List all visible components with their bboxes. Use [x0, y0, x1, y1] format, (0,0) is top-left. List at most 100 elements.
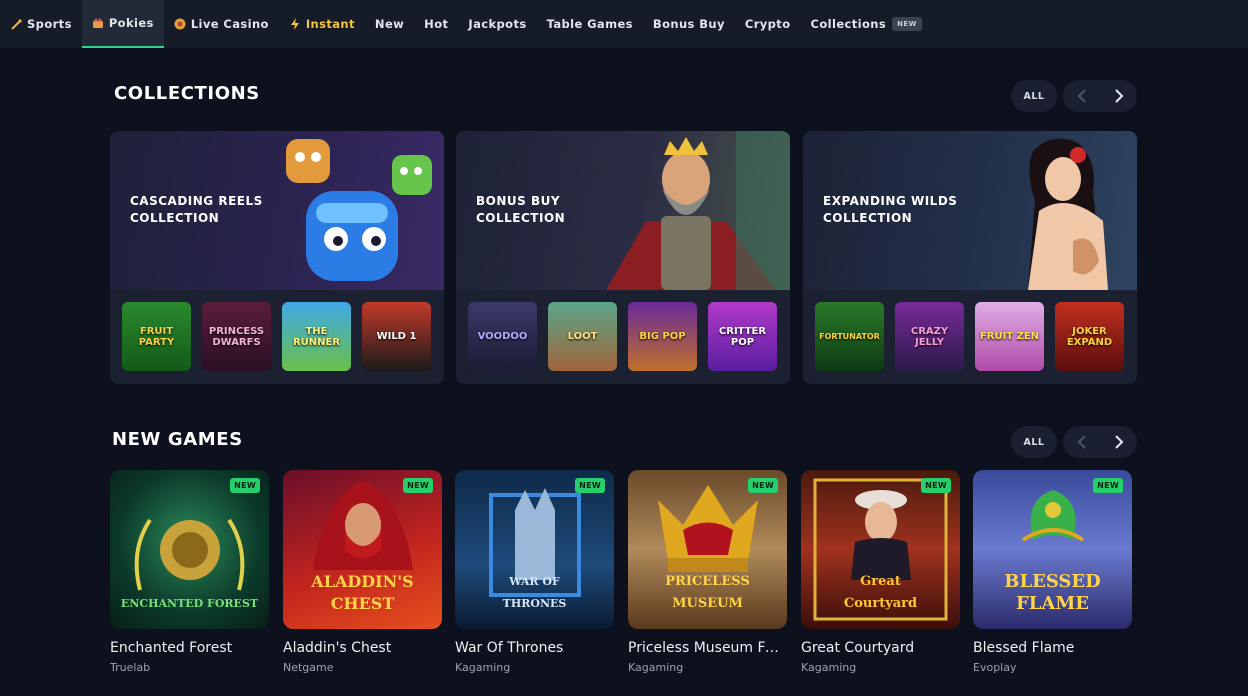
new-games-controls: ALL: [1011, 426, 1137, 458]
thumb-label: FORTUNATOR: [819, 332, 880, 341]
game-provider: Evoplay: [973, 661, 1017, 674]
game-card[interactable]: WAR OF THRONES NEW War Of Thrones Kagami…: [455, 470, 614, 674]
nav-label: Live Casino: [190, 17, 269, 31]
collection-title-line1: BONUS BUY: [476, 194, 561, 208]
new-badge: NEW: [403, 478, 433, 493]
collection-title: BONUS BUY COLLECTION: [476, 193, 626, 227]
nav-label: Bonus Buy: [652, 17, 725, 31]
nav-item-jackpots[interactable]: Jackpots: [458, 0, 536, 48]
game-card[interactable]: BLESSED FLAME NEW Blessed Flame Evoplay: [973, 470, 1132, 674]
collections-all-button[interactable]: ALL: [1011, 80, 1057, 112]
game-provider: Netgame: [283, 661, 334, 674]
next-arrow-icon[interactable]: [1100, 426, 1137, 458]
collection-banner: CASCADING REELS COLLECTION: [110, 131, 444, 290]
nav-item-pokies[interactable]: Pokies: [81, 0, 164, 48]
collection-thumb[interactable]: LOOT: [548, 302, 617, 371]
collection-thumb[interactable]: BIG POP: [628, 302, 697, 371]
collection-thumb[interactable]: WILD 1: [362, 302, 431, 371]
game-name[interactable]: Priceless Museum Fu...: [628, 640, 782, 656]
collection-title: EXPANDING WILDS COLLECTION: [823, 193, 973, 227]
collection-card-cascading-reels[interactable]: CASCADING REELS COLLECTION FRUIT PARTY P…: [110, 131, 444, 384]
game-thumbnail[interactable]: Great Courtyard NEW: [801, 470, 960, 629]
new-badge: NEW: [575, 478, 605, 493]
collection-title-line1: EXPANDING WILDS: [823, 194, 958, 208]
new-badge: NEW: [230, 478, 260, 493]
next-arrow-icon[interactable]: [1100, 80, 1137, 112]
game-name[interactable]: Great Courtyard: [801, 640, 955, 656]
game-thumbnail[interactable]: PRICELESS MUSEUM NEW: [628, 470, 787, 629]
game-card[interactable]: Great Courtyard NEW Great Courtyard Kaga…: [801, 470, 960, 674]
game-provider: Kagaming: [455, 661, 511, 674]
nav-item-table-games[interactable]: Table Games: [537, 0, 643, 48]
new-games-all-button[interactable]: ALL: [1011, 426, 1057, 458]
nav-label: Sports: [27, 17, 72, 31]
nav-item-crypto[interactable]: Crypto: [735, 0, 801, 48]
nav-item-hot[interactable]: Hot: [414, 0, 458, 48]
game-name[interactable]: Blessed Flame: [973, 640, 1127, 656]
prev-arrow-icon[interactable]: [1063, 80, 1100, 112]
nav-item-sports[interactable]: Sports: [0, 0, 82, 48]
pokies-icon: [92, 17, 104, 29]
collection-thumb[interactable]: THE RUNNER: [282, 302, 351, 371]
top-nav: Sports Pokies Live Casino Instant New Ho…: [0, 0, 1248, 48]
thumb-label: PRINCESS DWARFS: [208, 325, 265, 348]
collection-card-bonus-buy[interactable]: BONUS BUY COLLECTION VOODOO LOOT BIG POP…: [456, 131, 790, 384]
game-thumbnail[interactable]: ENCHANTED FOREST NEW: [110, 470, 269, 629]
collections-controls: ALL: [1011, 80, 1137, 112]
game-thumbnail[interactable]: BLESSED FLAME NEW: [973, 470, 1132, 629]
collection-thumbs: VOODOO LOOT BIG POP CRITTER POP: [468, 302, 777, 371]
collection-thumb[interactable]: CRAZY JELLY: [895, 302, 964, 371]
collection-thumb[interactable]: FRUIT PARTY: [122, 302, 191, 371]
game-card[interactable]: ALADDIN'S CHEST NEW Aladdin's Chest Netg…: [283, 470, 442, 674]
collection-thumb[interactable]: JOKER EXPAND: [1055, 302, 1124, 371]
game-logo: PRICELESS MUSEUM: [665, 574, 750, 611]
game-card[interactable]: PRICELESS MUSEUM NEW Priceless Museum Fu…: [628, 470, 787, 674]
nav-item-collections[interactable]: Collections NEW: [801, 0, 932, 48]
nav-label: New: [374, 17, 405, 31]
collection-title-line2: COLLECTION: [130, 211, 220, 225]
nav-label: Instant: [305, 17, 355, 31]
nav-label: Crypto: [744, 17, 791, 31]
game-provider: Kagaming: [801, 661, 857, 674]
collection-thumb[interactable]: FORTUNATOR: [815, 302, 884, 371]
nav-item-instant[interactable]: Instant: [279, 0, 365, 48]
collection-banner: BONUS BUY COLLECTION: [456, 131, 790, 290]
thumb-label: CRITTER POP: [718, 325, 767, 348]
game-thumbnail[interactable]: ALADDIN'S CHEST NEW: [283, 470, 442, 629]
collection-title-line1: CASCADING REELS: [130, 194, 263, 208]
collection-thumb[interactable]: PRINCESS DWARFS: [202, 302, 271, 371]
sports-icon: [10, 18, 22, 30]
thumb-label: LOOT: [567, 331, 598, 342]
game-provider: Kagaming: [628, 661, 684, 674]
nav-item-bonus-buy[interactable]: Bonus Buy: [643, 0, 735, 48]
thumb-label: CRAZY JELLY: [910, 325, 949, 348]
new-badge: NEW: [892, 17, 922, 31]
collection-thumbs: FORTUNATOR CRAZY JELLY FRUIT ZEN JOKER E…: [815, 302, 1124, 371]
game-name[interactable]: Aladdin's Chest: [283, 640, 437, 656]
collection-title-line2: COLLECTION: [823, 211, 913, 225]
collection-thumb[interactable]: FRUIT ZEN: [975, 302, 1044, 371]
collection-thumb[interactable]: CRITTER POP: [708, 302, 777, 371]
game-name[interactable]: Enchanted Forest: [110, 640, 264, 656]
new-badge: NEW: [921, 478, 951, 493]
collection-card-expanding-wilds[interactable]: EXPANDING WILDS COLLECTION FORTUNATOR CR…: [803, 131, 1137, 384]
thumb-label: FRUIT PARTY: [138, 325, 175, 348]
collection-title: CASCADING REELS COLLECTION: [130, 193, 280, 227]
game-logo: ALADDIN'S CHEST: [311, 572, 414, 613]
thumb-label: FRUIT ZEN: [979, 331, 1040, 342]
nav-item-live-casino[interactable]: Live Casino: [164, 0, 279, 48]
collection-thumb[interactable]: VOODOO: [468, 302, 537, 371]
game-thumbnail[interactable]: WAR OF THRONES NEW: [455, 470, 614, 629]
nav-label: Hot: [424, 17, 449, 31]
collection-title-line2: COLLECTION: [476, 211, 566, 225]
thumb-label: JOKER EXPAND: [1066, 325, 1113, 348]
nav-label: Pokies: [108, 16, 154, 30]
game-card[interactable]: ENCHANTED FOREST NEW Enchanted Forest Tr…: [110, 470, 269, 674]
thumb-label: THE RUNNER: [292, 325, 341, 348]
new-games-arrows: [1063, 426, 1137, 458]
collections-title: COLLECTIONS: [114, 83, 260, 104]
nav-item-new[interactable]: New: [365, 0, 414, 48]
game-logo: ENCHANTED FOREST: [120, 597, 259, 610]
game-name[interactable]: War Of Thrones: [455, 640, 609, 656]
prev-arrow-icon[interactable]: [1063, 426, 1100, 458]
